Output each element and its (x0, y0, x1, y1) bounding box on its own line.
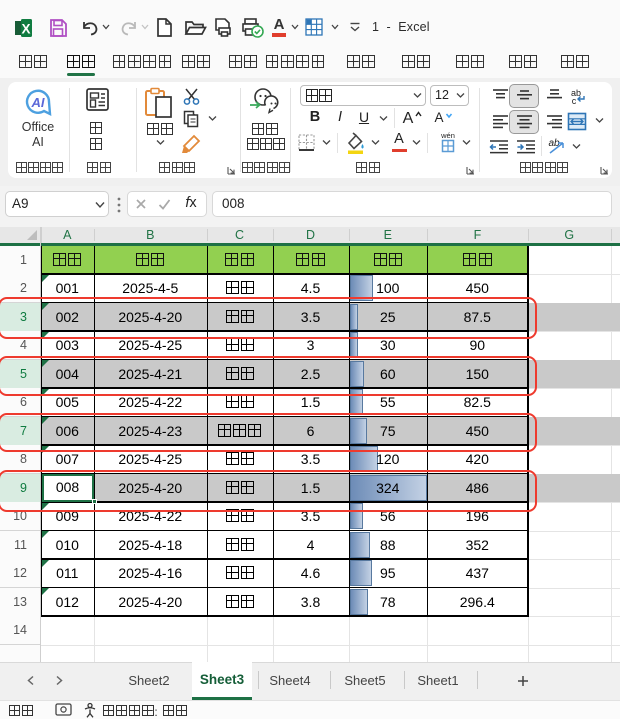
svg-text:AI: AI (31, 95, 45, 110)
svg-text:A: A (434, 110, 443, 125)
svg-text:wén: wén (440, 131, 455, 140)
svg-text:X: X (21, 22, 30, 37)
svg-text:A: A (403, 110, 414, 127)
svg-text:c: c (572, 96, 577, 105)
